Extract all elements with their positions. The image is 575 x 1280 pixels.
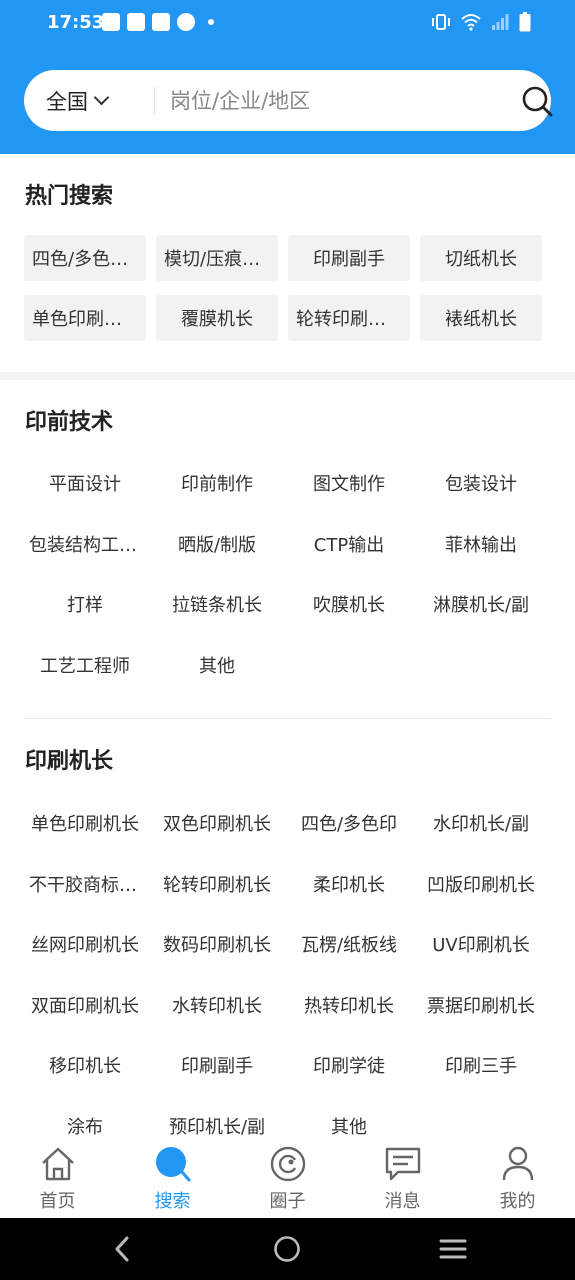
category-item[interactable]: 印刷副手 [156, 1042, 278, 1088]
tab-search[interactable]: 搜索 [115, 1135, 230, 1218]
hot-search-chip[interactable]: 切纸机长 [420, 235, 542, 281]
tab-label: 搜索 [154, 1191, 191, 1212]
region-selector[interactable]: 全国 [46, 70, 110, 131]
category-item[interactable]: 丝网印刷机长 [24, 921, 146, 967]
status-time: 17:53 [47, 12, 105, 33]
menu-icon [439, 1239, 467, 1259]
wifi-icon [461, 14, 481, 31]
section-divider [24, 718, 551, 719]
home-button[interactable] [247, 1218, 327, 1280]
category-item[interactable]: 包装结构工程师 [24, 521, 146, 567]
category-item[interactable]: 菲林输出 [420, 521, 542, 567]
status-bar: 17:53 [0, 0, 575, 48]
search-divider [154, 87, 155, 115]
category-item[interactable]: 四色/多色印 [288, 800, 410, 846]
category-item[interactable]: 柔印机长 [288, 861, 410, 907]
hot-search-chip[interactable]: 模切/压痕机长 [156, 235, 278, 281]
tab-label: 首页 [39, 1191, 76, 1212]
hot-search-chip[interactable]: 裱纸机长 [420, 295, 542, 341]
recents-button[interactable] [413, 1218, 493, 1280]
category-item[interactable]: 工艺工程师 [24, 642, 146, 688]
category-item[interactable]: 图文制作 [288, 460, 410, 506]
category-item[interactable]: 票据印刷机长 [420, 982, 542, 1028]
hot-search-title: 热门搜索 [25, 184, 114, 209]
hot-search-chip[interactable]: 轮转印刷机长 [288, 295, 410, 341]
signal-icon [492, 14, 509, 30]
search-icon[interactable] [521, 85, 553, 117]
bottom-tab-bar: 首页 搜索 圈子 消息 我的 [0, 1135, 575, 1218]
more-notifications-dot [208, 19, 214, 25]
tab-label: 我的 [499, 1191, 536, 1212]
category-item[interactable]: UV印刷机长 [420, 921, 542, 967]
category-item[interactable]: 凹版印刷机长 [420, 861, 542, 907]
tab-mine[interactable]: 我的 [460, 1135, 575, 1218]
search-bar: 全国 [24, 70, 553, 131]
hot-search-chip[interactable]: 四色/多色印刷机长 [24, 235, 146, 281]
mail-notification-icon [152, 13, 170, 31]
tab-label: 圈子 [269, 1191, 306, 1212]
hot-search-chip[interactable]: 单色印刷机长 [24, 295, 146, 341]
tab-home[interactable]: 首页 [0, 1135, 115, 1218]
category-item[interactable]: 印刷三手 [420, 1042, 542, 1088]
home-circle-icon [274, 1236, 300, 1262]
prepress-title: 印前技术 [25, 410, 114, 435]
header: 17:53 全国 [0, 0, 575, 154]
category-item[interactable]: 双面印刷机长 [24, 982, 146, 1028]
category-item[interactable]: 印前制作 [156, 460, 278, 506]
home-icon [41, 1147, 74, 1181]
category-item[interactable]: 印刷学徒 [288, 1042, 410, 1088]
back-icon [115, 1236, 129, 1262]
press-title: 印刷机长 [25, 749, 114, 774]
category-item[interactable]: 平面设计 [24, 460, 146, 506]
hot-search-chip[interactable]: 印刷副手 [288, 235, 410, 281]
hot-search-grid: 四色/多色印刷机长 模切/压痕机长 印刷副手 切纸机长 单色印刷机长 覆膜机长 … [24, 235, 551, 341]
system-icons [431, 12, 531, 32]
chevron-down-icon [93, 89, 110, 106]
category-item[interactable]: 吹膜机长 [288, 581, 410, 627]
back-button[interactable] [82, 1218, 162, 1280]
category-item[interactable]: 移印机长 [24, 1042, 146, 1088]
category-item[interactable]: 瓦楞/纸板线 [288, 921, 410, 967]
category-item[interactable]: CTP输出 [288, 521, 410, 567]
category-item[interactable]: 不干胶商标印刷机长 [24, 861, 146, 907]
compass-notification-icon [177, 13, 195, 31]
tab-messages[interactable]: 消息 [345, 1135, 460, 1218]
category-item[interactable]: 单色印刷机长 [24, 800, 146, 846]
circle-icon [270, 1146, 305, 1182]
category-item[interactable]: 数码印刷机长 [156, 921, 278, 967]
user-icon [502, 1146, 533, 1181]
mail-notification-icon [127, 13, 145, 31]
battery-icon [519, 12, 531, 32]
category-item[interactable]: 晒版/制版 [156, 521, 278, 567]
chat-icon [385, 1147, 420, 1181]
category-item[interactable]: 其他 [156, 642, 278, 688]
press-grid: 单色印刷机长 双色印刷机长 四色/多色印 水印机长/副 不干胶商标印刷机长 轮转… [24, 800, 551, 1149]
category-item[interactable]: 轮转印刷机长 [156, 861, 278, 907]
vibrate-icon [432, 14, 450, 30]
category-item[interactable]: 包装设计 [420, 460, 542, 506]
category-item[interactable]: 拉链条机长 [156, 581, 278, 627]
category-item[interactable]: 打样 [24, 581, 146, 627]
tab-circle[interactable]: 圈子 [230, 1135, 345, 1218]
tab-label: 消息 [384, 1191, 421, 1212]
category-item[interactable]: 淋膜机长/副 [420, 581, 542, 627]
section-separator [0, 372, 575, 380]
search-icon [155, 1147, 190, 1182]
category-item[interactable]: 热转印机长 [288, 982, 410, 1028]
region-label: 全国 [46, 89, 88, 114]
notification-icons [102, 13, 214, 31]
system-nav-bar [0, 1218, 575, 1280]
category-item[interactable]: 水转印机长 [156, 982, 278, 1028]
search-input[interactable] [170, 82, 500, 120]
mail-notification-icon [102, 13, 120, 31]
category-item[interactable]: 水印机长/副 [420, 800, 542, 846]
category-item[interactable]: 双色印刷机长 [156, 800, 278, 846]
prepress-grid: 平面设计 印前制作 图文制作 包装设计 包装结构工程师 晒版/制版 CTP输出 … [24, 460, 551, 688]
hot-search-chip[interactable]: 覆膜机长 [156, 295, 278, 341]
